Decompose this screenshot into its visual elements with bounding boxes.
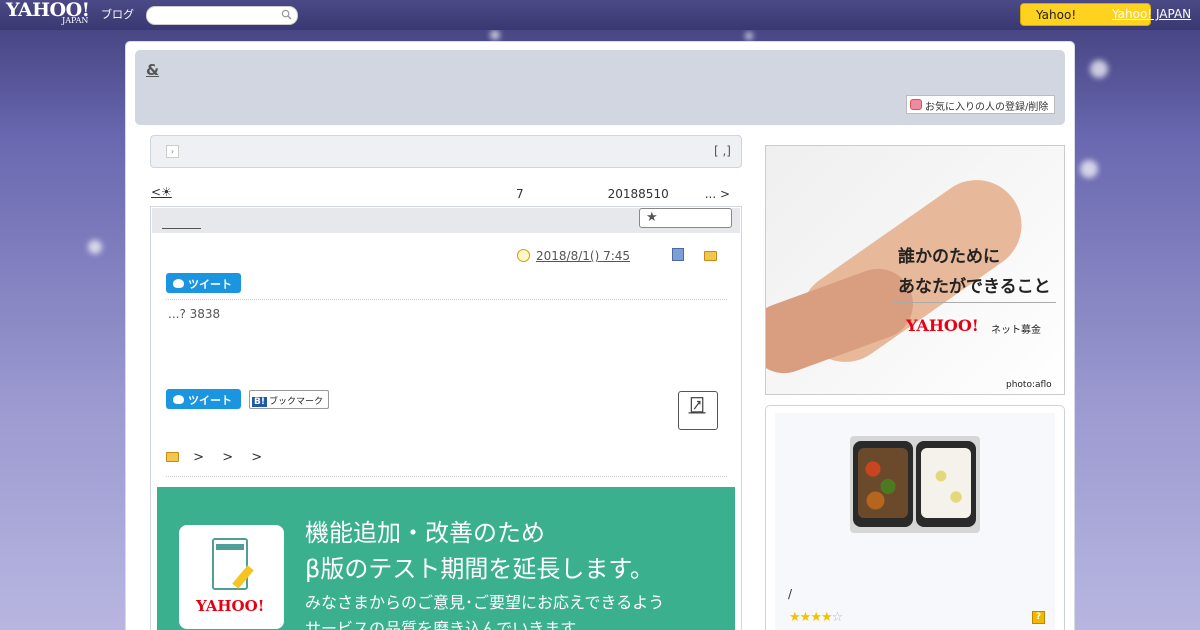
blog-service-label[interactable]: ブログ: [101, 6, 134, 22]
divider: [166, 299, 727, 300]
divider: [166, 476, 727, 477]
bento-food-right: [921, 448, 971, 518]
ad-headline-1: 誰かのために: [898, 247, 1000, 267]
promo-headline-2: β版のテスト期間を延長します。: [305, 555, 654, 583]
rating-stars: ★★★★☆: [789, 610, 844, 625]
breadcrumb-sep: >: [222, 450, 234, 465]
snow-decoration: [1090, 60, 1108, 78]
next-article-link[interactable]: 7 20188510 ... >: [516, 185, 730, 202]
favorite-register-button[interactable]: お気に入りの人の登録/削除: [906, 95, 1055, 114]
promo-headline-1: 機能追加・改善のため: [305, 519, 545, 547]
yahoo-logo-sub: JAPAN: [62, 16, 89, 25]
clock-icon: [517, 249, 530, 262]
tweet-label: ツイート: [188, 278, 232, 291]
star-empty-icon: ☆: [831, 610, 844, 625]
folder-icon[interactable]: [704, 251, 717, 261]
snow-decoration: [1080, 160, 1098, 178]
promo-app-card: YAHOO!: [179, 525, 284, 629]
article-body: ...? 3838: [168, 307, 221, 321]
hatena-icon: B!: [252, 397, 267, 407]
star-button[interactable]: ★: [639, 208, 732, 228]
search-icon[interactable]: [281, 9, 292, 20]
ad-service-label: ネット募金: [991, 325, 1041, 336]
photo-credit: photo:aflo: [1006, 380, 1052, 390]
share-button[interactable]: [678, 391, 718, 430]
ad-divider: [894, 302, 1056, 303]
promo-subtext-1: みなさまからのご意見･ご要望にお応えできるよう: [305, 593, 665, 612]
breadcrumb-sep: >: [251, 450, 263, 465]
breadcrumb: > > >: [166, 450, 262, 465]
share-icon: [688, 397, 706, 414]
snow-decoration: [490, 30, 500, 40]
expand-icon[interactable]: ›: [166, 145, 179, 158]
masthead: YAHOO! JAPAN ブログ Yahoo! Yahoo! JAPAN: [0, 0, 1200, 30]
panel-caption: /: [788, 587, 793, 601]
promo-banner[interactable]: YAHOO! 機能追加・改善のため β版のテスト期間を延長します。 みなさまから…: [157, 487, 735, 630]
star-filled-icon: ★: [810, 610, 822, 625]
tweet-button[interactable]: ツイート: [166, 273, 241, 293]
prev-article-link[interactable]: <☀: [151, 185, 197, 199]
notice-text: [ ,]: [714, 144, 731, 158]
folder-icon[interactable]: [166, 452, 179, 462]
heart-icon: [910, 99, 922, 110]
hatena-bookmark-button[interactable]: B! ブックマーク: [249, 390, 329, 409]
ad-headline-2: あなたができること: [898, 277, 1051, 297]
tweet-label: ツイート: [188, 394, 232, 407]
snow-decoration: [88, 240, 102, 254]
yahoo-japan-link[interactable]: Yahoo! JAPAN: [1112, 7, 1191, 21]
twitter-bird-icon: [173, 279, 184, 288]
promo-yahoo-logo: YAHOO!: [196, 597, 265, 615]
star-filled-icon: ★: [799, 610, 812, 625]
donation-ad[interactable]: 誰かのために あなたができること YAHOO! ネット募金 photo:aflo: [765, 145, 1065, 395]
article-title[interactable]: [162, 214, 201, 229]
star-filled-icon: ★: [789, 610, 801, 625]
ad-yahoo-logo: YAHOO!: [906, 316, 979, 335]
breadcrumb-sep: >: [193, 450, 205, 465]
bento-food-left: [858, 448, 908, 518]
tweet-button-bottom[interactable]: ツイート: [166, 389, 241, 409]
search-input[interactable]: [146, 6, 298, 25]
twitter-bird-icon: [173, 395, 184, 404]
snow-decoration: [745, 32, 753, 40]
notice-bar: [150, 135, 742, 168]
promo-subtext-2: サービスの品質を磨き込んでいきます: [305, 619, 577, 630]
bookmark-label: ブックマーク: [268, 397, 323, 407]
prev-article-label: <☀: [151, 185, 172, 199]
help-icon[interactable]: ?: [1032, 611, 1045, 624]
star-filled-icon: ★: [820, 610, 833, 625]
star-icon: ★: [646, 210, 658, 225]
blog-title[interactable]: &: [146, 61, 159, 79]
favorite-register-label: お気に入りの人の登録/削除: [925, 102, 1049, 113]
article-date[interactable]: 2018/8/1() 7:45: [536, 249, 630, 263]
book-icon[interactable]: [672, 248, 684, 261]
